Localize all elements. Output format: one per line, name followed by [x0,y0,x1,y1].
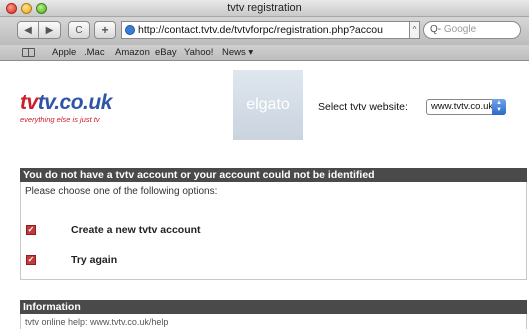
bookmark-apple[interactable]: Apple [52,47,76,58]
search-icon: Q- [430,24,442,35]
option-create-account[interactable]: ✓ Create a new tvtv account [26,224,201,236]
bookmarks-bar: Apple .Mac Amazon eBay Yahoo! News ▾ [0,45,529,61]
option-create-account-label[interactable]: Create a new tvtv account [71,224,201,236]
plus-icon: + [101,23,109,37]
back-button[interactable]: ◀ [17,21,39,39]
option-try-again-label[interactable]: Try again [71,254,117,266]
logo-domain: .co.uk [54,91,112,114]
logo-tv-blue: tv [37,91,55,114]
add-bookmark-button[interactable]: + [94,21,116,39]
reload-button[interactable]: C [68,21,90,39]
account-section-header: You do not have a tvtv account or your a… [20,168,527,182]
website-select-value: www.tvtv.co.uk [431,101,494,112]
address-bar[interactable]: http://contact.tvtv.de/tvtvforpc/registr… [121,21,410,39]
forward-arrow-icon: ▶ [45,24,54,36]
bookmarks-book-icon[interactable] [22,48,35,57]
window-titlebar: tvtv registration [0,0,529,17]
address-url: http://contact.tvtv.de/tvtvforpc/registr… [138,24,383,36]
information-text: tvtv online help: www.tvtv.co.uk/help [25,317,169,327]
account-options-panel: Please choose one of the following optio… [20,182,527,280]
browser-toolbar: ◀ ▶ C + http://contact.tvtv.de/tvtvforpc… [0,17,529,45]
globe-icon [125,25,135,35]
back-arrow-icon: ◀ [24,24,32,36]
address-history-button[interactable]: ^ [410,21,420,39]
website-select[interactable]: www.tvtv.co.uk ▲ ▼ [426,99,506,115]
information-section-header: Information [20,300,527,314]
website-select-label: Select tvtv website: [318,101,408,113]
bookmark-amazon[interactable]: Amazon [115,47,150,58]
bookmark-news-folder[interactable]: News ▾ [222,47,253,58]
forward-button[interactable]: ▶ [39,21,61,39]
bookmark-yahoo[interactable]: Yahoo! [184,47,213,58]
tvtv-logo[interactable]: tvtv.co.uk everything else is just tv [20,91,112,125]
reload-icon: C [75,24,83,36]
select-arrows-icon: ▲ ▼ [492,99,506,115]
logo-tagline: everything else is just tv [20,115,100,124]
checkbox-checked-icon[interactable]: ✓ [26,255,36,265]
logo-tv-red: tv [20,91,38,114]
web-page: tvtv.co.uk everything else is just tv el… [0,62,529,329]
elgato-banner: elgato [233,70,303,140]
options-intro: Please choose one of the following optio… [25,186,218,197]
search-input[interactable]: Q- Google [423,21,521,39]
information-panel: tvtv online help: www.tvtv.co.uk/help [20,314,527,329]
checkbox-checked-icon[interactable]: ✓ [26,225,36,235]
option-try-again[interactable]: ✓ Try again [26,254,117,266]
window-title: tvtv registration [227,2,302,14]
bookmark-ebay[interactable]: eBay [155,47,177,58]
bookmark-mac[interactable]: .Mac [84,47,105,58]
search-placeholder: Google [443,24,477,35]
